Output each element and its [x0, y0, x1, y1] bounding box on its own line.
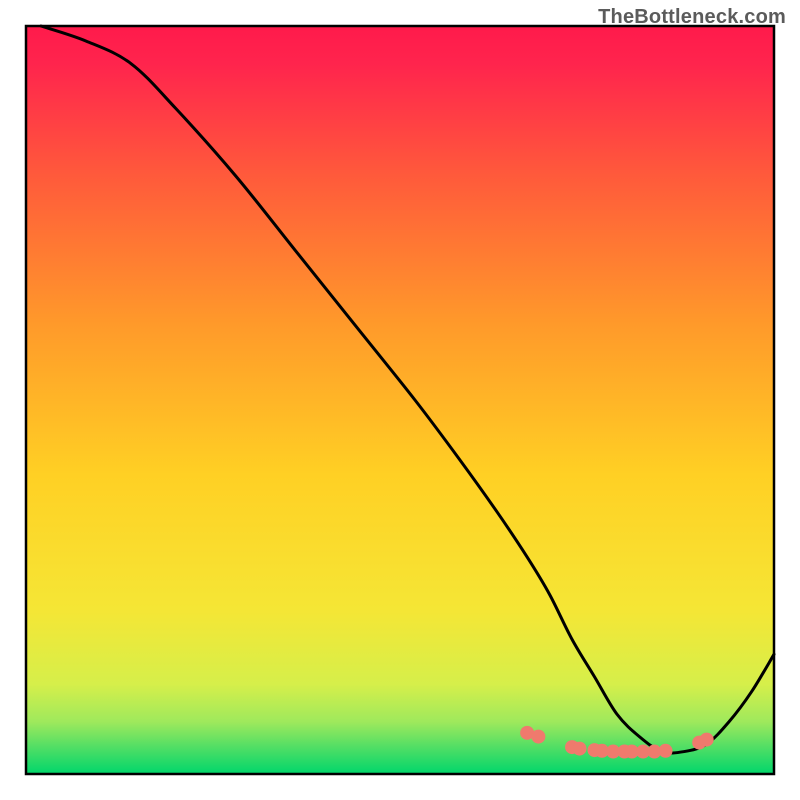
- chart-svg: [0, 0, 800, 800]
- highlight-point: [531, 730, 545, 744]
- bottleneck-chart: TheBottleneck.com: [0, 0, 800, 800]
- highlight-point: [573, 742, 587, 756]
- highlight-point: [659, 744, 673, 758]
- watermark-text: TheBottleneck.com: [598, 6, 786, 29]
- highlight-point: [700, 733, 714, 747]
- chart-background: [26, 26, 774, 774]
